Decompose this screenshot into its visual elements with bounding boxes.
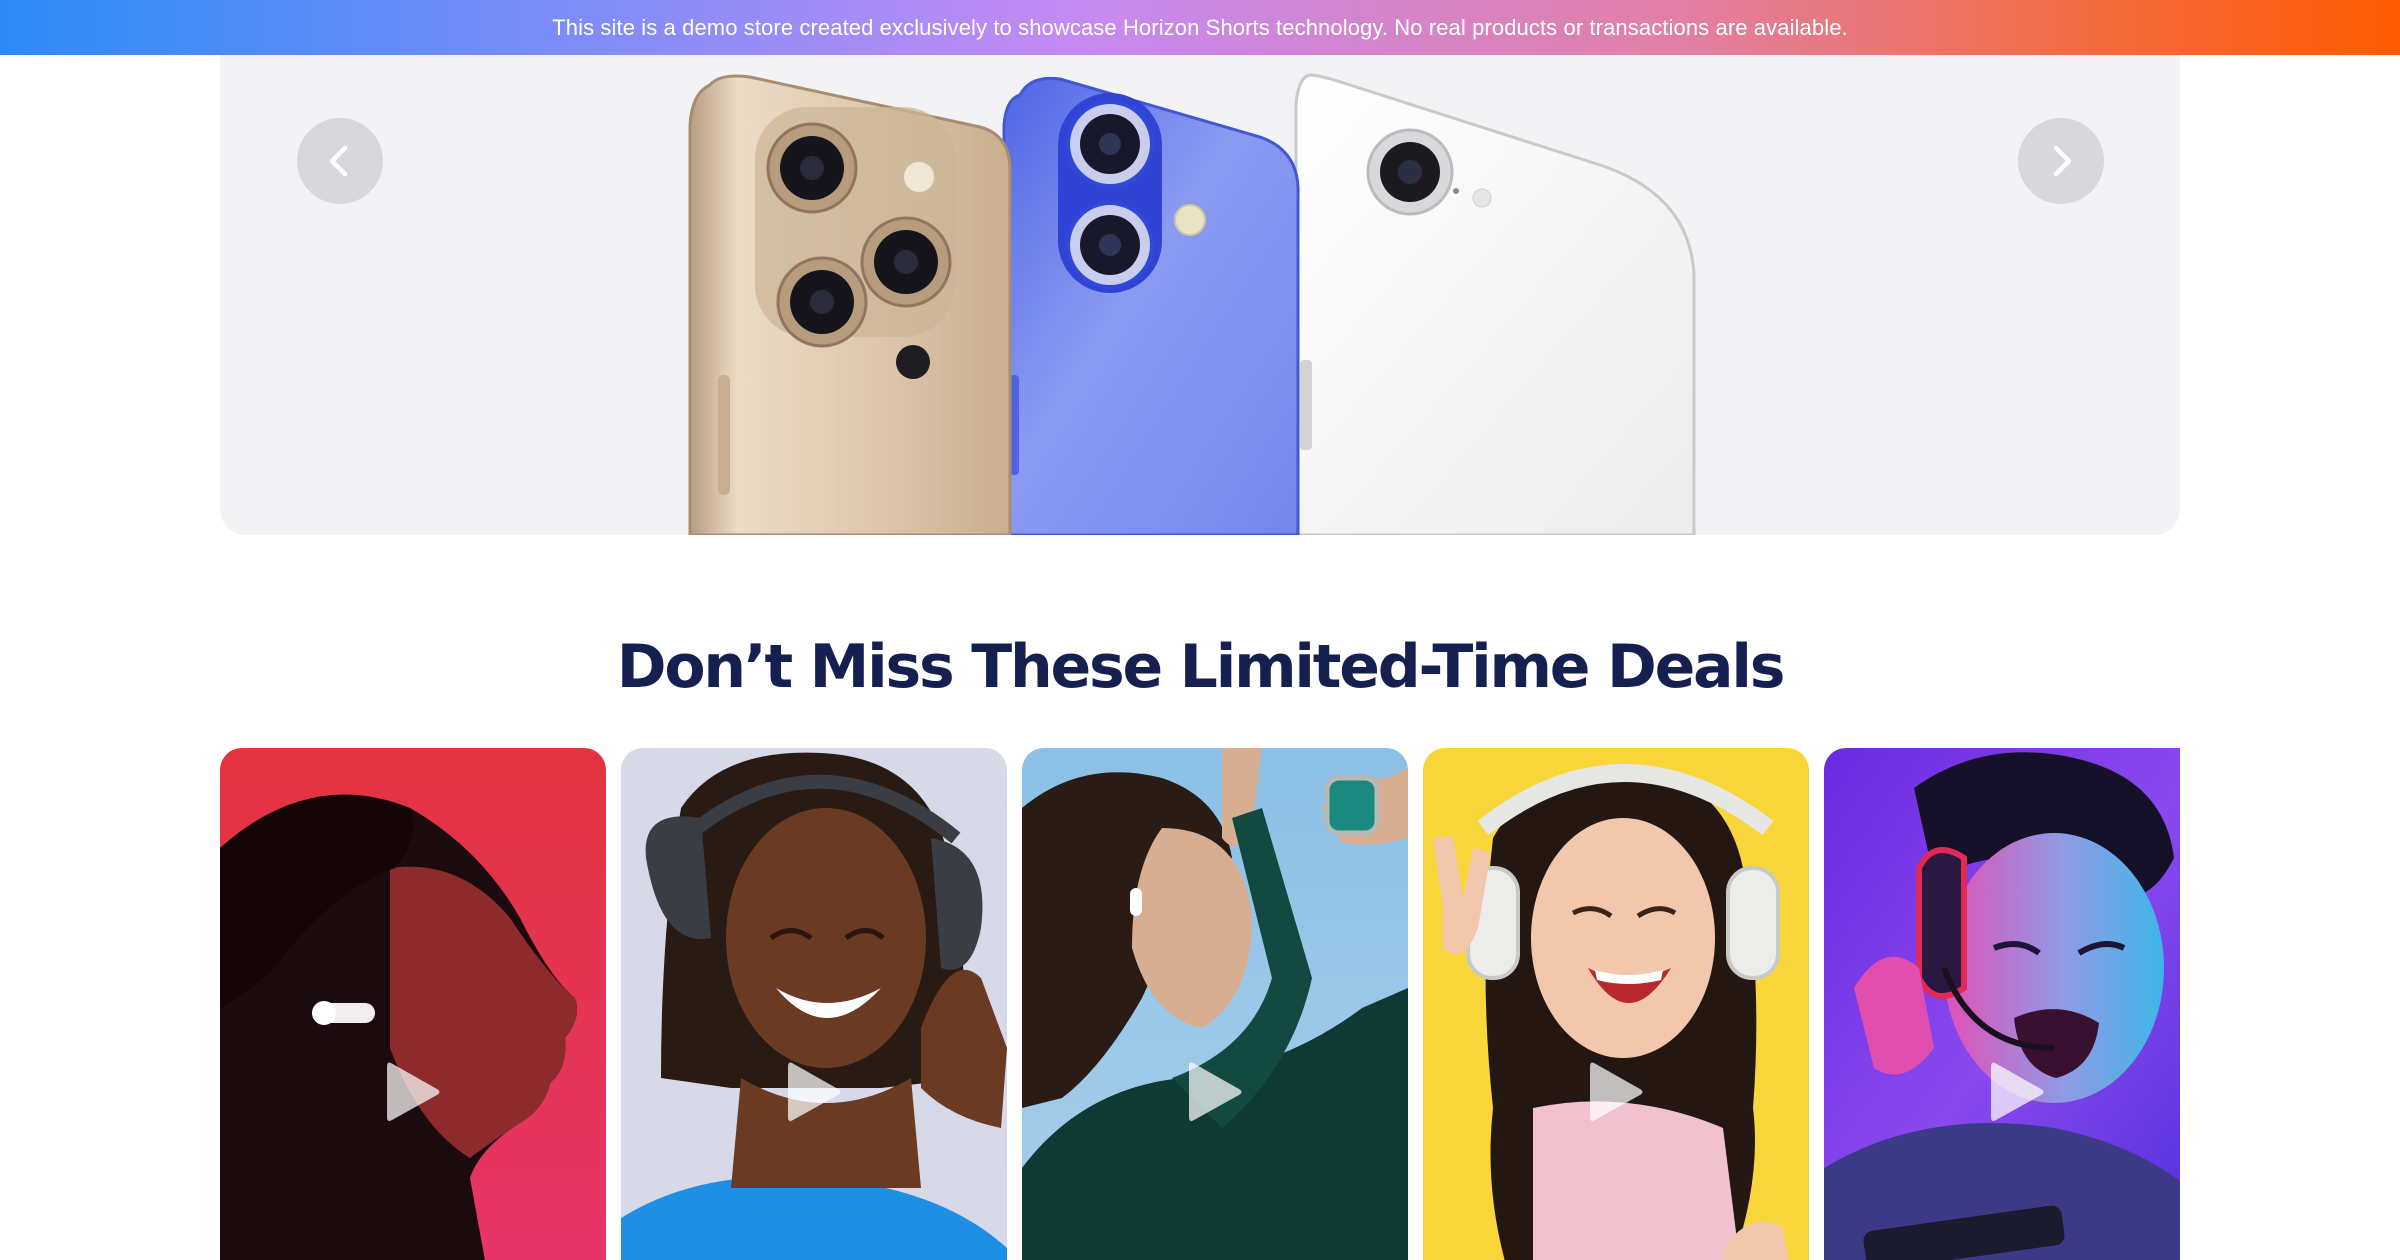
announcement-text: This site is a demo store created exclus… (552, 14, 1848, 40)
play-icon (387, 1062, 440, 1121)
slideshow-prev-button[interactable] (297, 118, 383, 204)
video-card-4[interactable] (1423, 748, 1809, 1260)
video-card-3[interactable] (1022, 748, 1408, 1260)
video-thumbnail-1 (220, 748, 606, 1260)
video-card-1[interactable] (220, 748, 606, 1260)
slideshow-next-button[interactable] (2018, 118, 2104, 204)
play-icon (1189, 1062, 1242, 1121)
play-icon (1991, 1062, 2044, 1121)
hero-phones-image (688, 73, 1696, 535)
video-thumbnail-2 (621, 748, 1007, 1260)
video-card-5[interactable] (1824, 748, 2180, 1260)
video-thumbnail-4 (1423, 748, 1809, 1260)
deals-video-carousel (220, 748, 2180, 1260)
play-icon (788, 1062, 841, 1121)
play-icon (1590, 1062, 1643, 1121)
deals-section-title: Don’t Miss These Limited-Time Deals (616, 632, 1786, 702)
chevron-left-icon (329, 145, 348, 177)
chevron-right-icon (2053, 145, 2072, 177)
video-thumbnail-3 (1022, 748, 1408, 1260)
hero-slideshow (220, 55, 2180, 535)
announcement-bar: This site is a demo store created exclus… (0, 0, 2400, 55)
video-card-2[interactable] (621, 748, 1007, 1260)
video-thumbnail-5 (1824, 748, 2180, 1260)
